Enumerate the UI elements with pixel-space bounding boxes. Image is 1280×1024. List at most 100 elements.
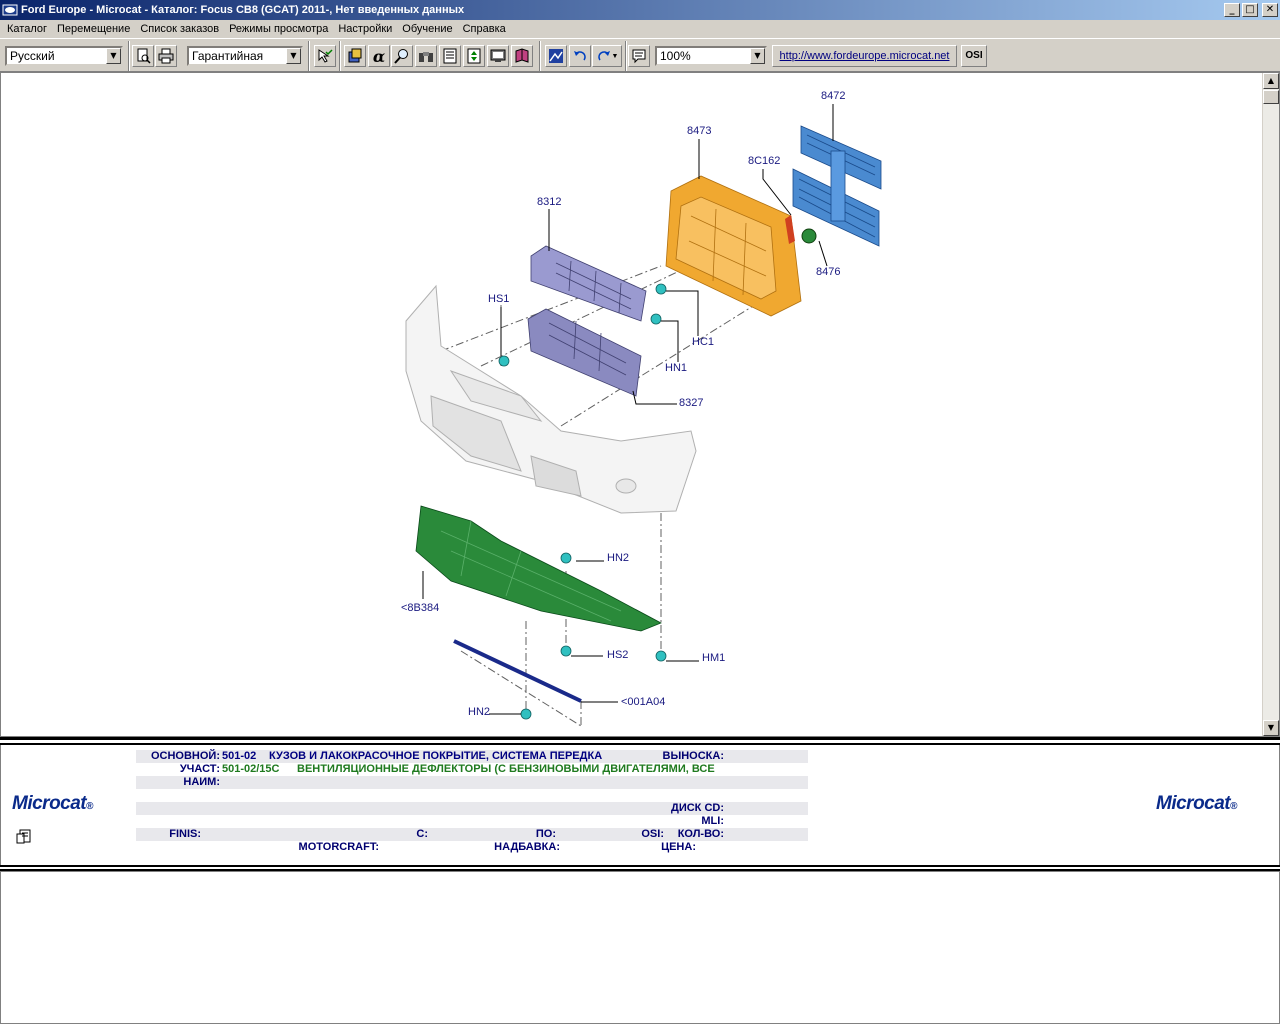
exploded-parts-diagram: 8472 8473 8C162 8312 8476 HS1 HC1 HN1 83… — [401, 90, 882, 727]
callout-HN1[interactable]: HN1 — [665, 362, 687, 374]
info-row-blank — [136, 789, 808, 802]
diagram-scrollbar[interactable]: ▲ ▼ — [1262, 73, 1279, 736]
book-icon — [515, 48, 529, 63]
callout-8B384[interactable]: <8B384 — [401, 602, 439, 614]
menu-bar: Каталог Перемещение Список заказов Режим… — [0, 20, 1280, 38]
website-link[interactable]: http://www.fordeurope.microcat.net — [772, 45, 957, 67]
callout-8312[interactable]: 8312 — [537, 196, 561, 208]
scroll-down-button[interactable]: ▼ — [1263, 720, 1279, 736]
notes-icon[interactable] — [16, 829, 32, 845]
osi-button[interactable]: OSI — [961, 45, 987, 67]
callout-HS2[interactable]: HS2 — [607, 649, 628, 661]
chevron-down-icon[interactable]: ▼ — [612, 53, 619, 60]
print-button[interactable] — [155, 45, 177, 67]
callout-8327[interactable]: 8327 — [679, 397, 703, 409]
callout-8476[interactable]: 8476 — [816, 266, 840, 278]
section-label: УЧАСТ: — [179, 763, 220, 775]
chevron-down-icon[interactable]: ▼ — [106, 48, 121, 64]
comment-icon — [632, 49, 646, 64]
language-value: Русский — [10, 49, 55, 63]
image-icon — [549, 49, 563, 63]
zoom-value: 100% — [660, 49, 691, 63]
monitor-button[interactable] — [487, 45, 509, 67]
name-label: НАИМ: — [183, 776, 220, 788]
menu-catalog[interactable]: Каталог — [2, 23, 52, 35]
menu-training[interactable]: Обучение — [397, 23, 457, 35]
list-icon — [443, 48, 457, 64]
menu-order-list[interactable]: Список заказов — [135, 23, 224, 35]
callout-HN2-upper[interactable]: HN2 — [607, 552, 629, 564]
callout-label: ВЫНОСКА: — [662, 750, 724, 762]
price-label: ЦЕНА: — [661, 841, 696, 853]
catalog-button[interactable] — [344, 45, 366, 67]
motorcraft-label: MOTORCRAFT: — [298, 841, 379, 853]
callout-8C162[interactable]: 8C162 — [748, 155, 780, 167]
cd-label: ДИСК CD: — [670, 802, 724, 814]
printer-icon — [158, 48, 174, 64]
chevron-down-icon[interactable]: ▼ — [286, 48, 301, 64]
maximize-button[interactable]: □ — [1242, 3, 1258, 17]
mode-select[interactable]: Гарантийная ▼ — [187, 46, 303, 66]
microcat-logo-left: Microcat® — [12, 793, 94, 814]
info-row-cd: ДИСК CD: — [136, 802, 808, 815]
scroll-up-button[interactable]: ▲ — [1263, 73, 1279, 89]
image-button[interactable] — [545, 45, 567, 67]
language-select[interactable]: Русский ▼ — [5, 46, 123, 66]
search-icon — [394, 49, 408, 64]
menu-help[interactable]: Справка — [458, 23, 511, 35]
redo-button[interactable]: ▼ — [592, 45, 622, 67]
section-desc: ВЕНТИЛЯЦИОННЫЕ ДЕФЛЕКТОРЫ (С БЕНЗИНОВЫМИ… — [297, 763, 715, 775]
comment-button[interactable] — [628, 45, 650, 67]
section-code: 501-02/15C — [222, 763, 280, 775]
part-8472-shutter[interactable] — [792, 125, 882, 247]
callout-8472[interactable]: 8472 — [821, 90, 845, 102]
menu-settings[interactable]: Настройки — [333, 23, 397, 35]
part-8B384-undertray[interactable] — [415, 505, 662, 632]
markup-label: НАДБАВКА: — [494, 841, 560, 853]
alpha-index-button[interactable]: α — [368, 45, 390, 67]
cursor-check-icon — [318, 49, 333, 63]
parts-list-button[interactable] — [439, 45, 461, 67]
sort-button[interactable] — [463, 45, 485, 67]
pane-divider[interactable] — [0, 737, 1280, 745]
qty-label: КОЛ-ВО: — [677, 828, 724, 840]
callout-HS1[interactable]: HS1 — [488, 293, 509, 305]
catalog-icon — [348, 48, 362, 63]
to-label: ПО: — [535, 828, 556, 840]
zoom-select[interactable]: 100% ▼ — [655, 46, 767, 66]
from-label: С: — [416, 828, 428, 840]
menu-view-modes[interactable]: Режимы просмотра — [224, 23, 333, 35]
window-title: Ford Europe - Microcat - Каталог: Focus … — [21, 4, 465, 16]
select-tool-button[interactable] — [314, 45, 336, 67]
callout-HN2-lower[interactable]: HN2 — [468, 706, 490, 718]
part-8473-frame[interactable] — [665, 175, 802, 317]
callout-HM1[interactable]: HM1 — [702, 652, 725, 664]
undo-button[interactable] — [569, 45, 591, 67]
monitor-icon — [490, 49, 506, 62]
book-button[interactable] — [511, 45, 533, 67]
callout-HC1[interactable]: HC1 — [692, 336, 714, 348]
close-button[interactable]: ✕ — [1262, 3, 1278, 17]
toolbar: Русский ▼ Гарантийная ▼ α ▼ 100% ▼ http:… — [0, 38, 1280, 72]
info-row-main: ОСНОВНОЙ: 501-02 КУЗОВ И ЛАКОКРАСОЧНОЕ П… — [136, 750, 808, 763]
diagram-pane: 8472 8473 8C162 8312 8476 HS1 HC1 HN1 83… — [0, 72, 1280, 737]
find-button[interactable] — [415, 45, 437, 67]
part-info-grid: ОСНОВНОЙ: 501-02 КУЗОВ И ЛАКОКРАСОЧНОЕ П… — [136, 750, 808, 854]
part-info-pane: Microcat® Microcat® ОСНОВНОЙ: 501-02 КУЗ… — [0, 745, 1280, 865]
menu-navigation[interactable]: Перемещение — [52, 23, 135, 35]
part-8476-actuator[interactable] — [801, 228, 817, 244]
search-button[interactable] — [391, 45, 413, 67]
callout-001A04[interactable]: <001A04 — [621, 696, 665, 708]
scroll-thumb[interactable] — [1263, 90, 1279, 104]
print-preview-button[interactable] — [132, 45, 154, 67]
microcat-logo-right: Microcat® — [1156, 793, 1238, 814]
chevron-down-icon[interactable]: ▼ — [750, 48, 765, 64]
binoculars-icon — [419, 52, 433, 62]
callout-8473[interactable]: 8473 — [687, 125, 711, 137]
part-8327-deflector[interactable] — [527, 308, 642, 397]
info-row-name: НАИМ: — [136, 776, 808, 789]
main-label: ОСНОВНОЙ: — [150, 750, 220, 762]
minimize-button[interactable]: _ — [1224, 3, 1240, 17]
parts-list-pane — [0, 871, 1280, 1024]
window-titlebar: Ford Europe - Microcat - Каталог: Focus … — [0, 0, 1280, 20]
